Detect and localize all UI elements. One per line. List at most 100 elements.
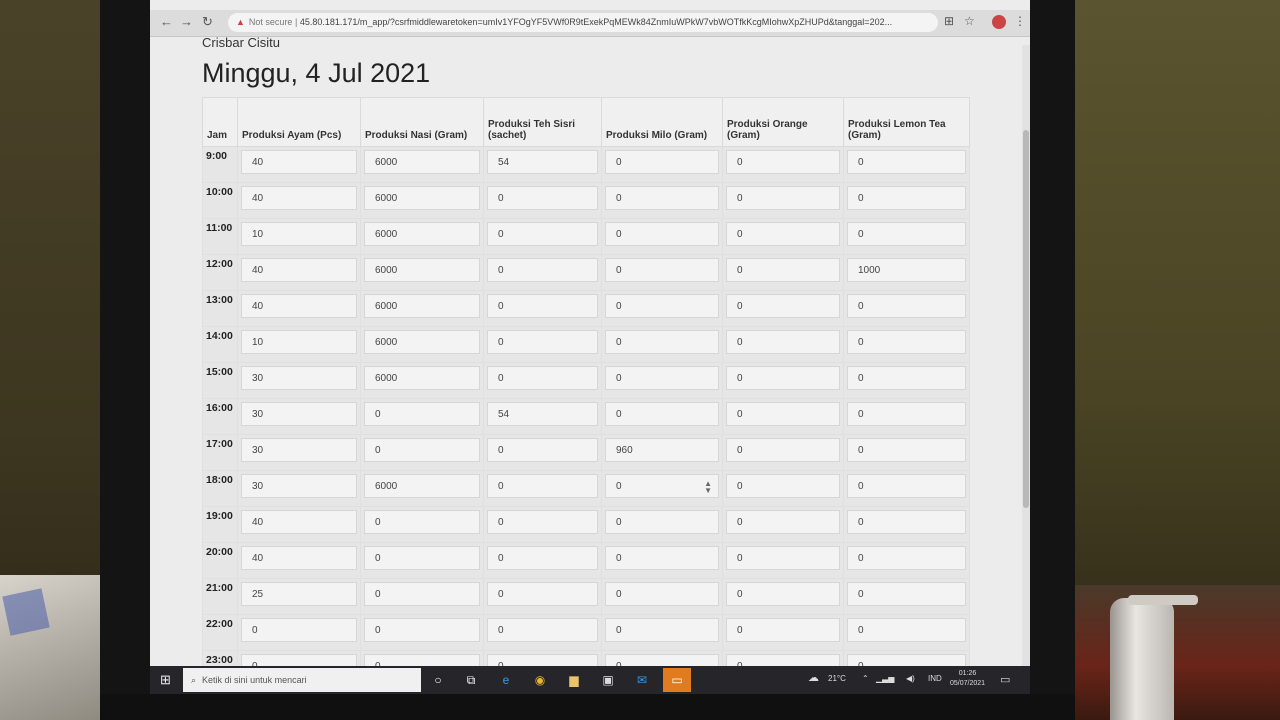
active-app-icon[interactable]: ▭ — [668, 671, 686, 689]
orange-input[interactable]: 0 — [726, 618, 840, 642]
taskbar-search[interactable]: ⌕ Ketik di sini untuk mencari — [183, 668, 421, 692]
orange-input[interactable]: 0 — [726, 366, 840, 390]
nasi-input[interactable]: 6000 — [364, 258, 480, 282]
mail-icon[interactable]: ✉ — [633, 671, 651, 689]
milo-input[interactable]: 0 — [605, 186, 719, 210]
lemon-tea-input[interactable]: 0 — [847, 546, 966, 570]
milo-input[interactable]: 0 — [605, 258, 719, 282]
notification-icon[interactable]: ▭ — [1000, 673, 1010, 686]
ayam-input[interactable]: 40 — [241, 150, 357, 174]
teh-input[interactable]: 0 — [487, 294, 598, 318]
file-explorer-icon[interactable]: ▆ — [565, 671, 583, 689]
reload-icon[interactable]: ↻ — [202, 14, 213, 30]
milo-input[interactable]: 0 — [605, 582, 719, 606]
orange-input[interactable]: 0 — [726, 438, 840, 462]
nasi-input[interactable]: 6000 — [364, 474, 480, 498]
task-view-icon[interactable]: ⧉ — [462, 671, 480, 689]
teh-input[interactable]: 54 — [487, 150, 598, 174]
orange-input[interactable]: 0 — [726, 150, 840, 174]
ayam-input[interactable]: 40 — [241, 546, 357, 570]
teh-input[interactable]: 0 — [487, 474, 598, 498]
lemon-tea-input[interactable]: 1000 — [847, 258, 966, 282]
nasi-input[interactable]: 6000 — [364, 222, 480, 246]
tray-chevron-icon[interactable]: ⌃ — [862, 674, 869, 683]
lemon-tea-input[interactable]: 0 — [847, 402, 966, 426]
orange-input[interactable]: 0 — [726, 186, 840, 210]
teh-input[interactable]: 0 — [487, 330, 598, 354]
teh-input[interactable]: 0 — [487, 510, 598, 534]
ayam-input[interactable]: 30 — [241, 366, 357, 390]
lemon-tea-input[interactable]: 0 — [847, 582, 966, 606]
ayam-input[interactable]: 40 — [241, 186, 357, 210]
lemon-tea-input[interactable]: 0 — [847, 294, 966, 318]
system-clock[interactable]: 01:26 05/07/2021 — [950, 669, 985, 689]
teh-input[interactable]: 0 — [487, 546, 598, 570]
ayam-input[interactable]: 10 — [241, 330, 357, 354]
teh-input[interactable]: 0 — [487, 438, 598, 462]
nasi-input[interactable]: 6000 — [364, 366, 480, 390]
orange-input[interactable]: 0 — [726, 330, 840, 354]
lemon-tea-input[interactable]: 0 — [847, 150, 966, 174]
orange-input[interactable]: 0 — [726, 474, 840, 498]
milo-input[interactable]: 0 — [605, 618, 719, 642]
teh-input[interactable]: 0 — [487, 222, 598, 246]
orange-input[interactable]: 0 — [726, 582, 840, 606]
nasi-input[interactable]: 6000 — [364, 294, 480, 318]
ayam-input[interactable]: 30 — [241, 474, 357, 498]
nasi-input[interactable]: 6000 — [364, 330, 480, 354]
teh-input[interactable]: 0 — [487, 258, 598, 282]
ayam-input[interactable]: 30 — [241, 402, 357, 426]
milo-input[interactable]: 0 — [605, 330, 719, 354]
scrollbar-thumb[interactable] — [1023, 130, 1029, 508]
cortana-icon[interactable]: ○ — [429, 671, 447, 689]
nasi-input[interactable]: 0 — [364, 582, 480, 606]
ayam-input[interactable]: 10 — [241, 222, 357, 246]
orange-input[interactable]: 0 — [726, 258, 840, 282]
nasi-input[interactable]: 0 — [364, 546, 480, 570]
lemon-tea-input[interactable]: 0 — [847, 618, 966, 642]
translate-icon[interactable]: ⊞ — [944, 14, 954, 28]
nasi-input[interactable]: 0 — [364, 510, 480, 534]
windows-start-icon[interactable]: ⊞ — [160, 672, 171, 688]
lemon-tea-input[interactable]: 0 — [847, 474, 966, 498]
lemon-tea-input[interactable]: 0 — [847, 438, 966, 462]
ayam-input[interactable]: 30 — [241, 438, 357, 462]
lemon-tea-input[interactable]: 0 — [847, 366, 966, 390]
teh-input[interactable]: 0 — [487, 618, 598, 642]
lemon-tea-input[interactable]: 0 — [847, 510, 966, 534]
teh-input[interactable]: 0 — [487, 582, 598, 606]
milo-input[interactable]: 0 ▲ ▼ — [605, 474, 719, 498]
ayam-input[interactable]: 0 — [241, 618, 357, 642]
teh-input[interactable]: 0 — [487, 366, 598, 390]
back-icon[interactable]: ← — [160, 14, 173, 29]
ayam-input[interactable]: 40 — [241, 294, 357, 318]
nasi-input[interactable]: 0 — [364, 402, 480, 426]
orange-input[interactable]: 0 — [726, 546, 840, 570]
address-bar[interactable]: ▲ Not secure | 45.80.181.171/m_app/?csrfm… — [228, 13, 938, 32]
number-spinner-icon[interactable]: ▲ ▼ — [704, 480, 712, 495]
milo-input[interactable]: 960 — [605, 438, 719, 462]
menu-kebab-icon[interactable]: ⋮ — [1014, 14, 1026, 28]
milo-input[interactable]: 0 — [605, 294, 719, 318]
store-icon[interactable]: ▣ — [599, 671, 617, 689]
forward-icon[interactable]: → — [180, 14, 193, 29]
orange-input[interactable]: 0 — [726, 510, 840, 534]
network-icon[interactable]: ▁▃▅ — [876, 674, 894, 683]
milo-input[interactable]: 0 — [605, 546, 719, 570]
nasi-input[interactable]: 6000 — [364, 150, 480, 174]
lemon-tea-input[interactable]: 0 — [847, 222, 966, 246]
nasi-input[interactable]: 6000 — [364, 186, 480, 210]
teh-input[interactable]: 0 — [487, 186, 598, 210]
language-indicator[interactable]: IND — [928, 674, 942, 683]
milo-input[interactable]: 0 — [605, 402, 719, 426]
weather-icon[interactable]: ☁ — [808, 671, 819, 684]
profile-avatar[interactable] — [992, 15, 1006, 29]
ayam-input[interactable]: 25 — [241, 582, 357, 606]
ayam-input[interactable]: 40 — [241, 258, 357, 282]
orange-input[interactable]: 0 — [726, 402, 840, 426]
orange-input[interactable]: 0 — [726, 294, 840, 318]
nasi-input[interactable]: 0 — [364, 438, 480, 462]
chrome-icon[interactable]: ◉ — [531, 671, 549, 689]
milo-input[interactable]: 0 — [605, 366, 719, 390]
volume-icon[interactable]: ◀) — [906, 674, 915, 683]
